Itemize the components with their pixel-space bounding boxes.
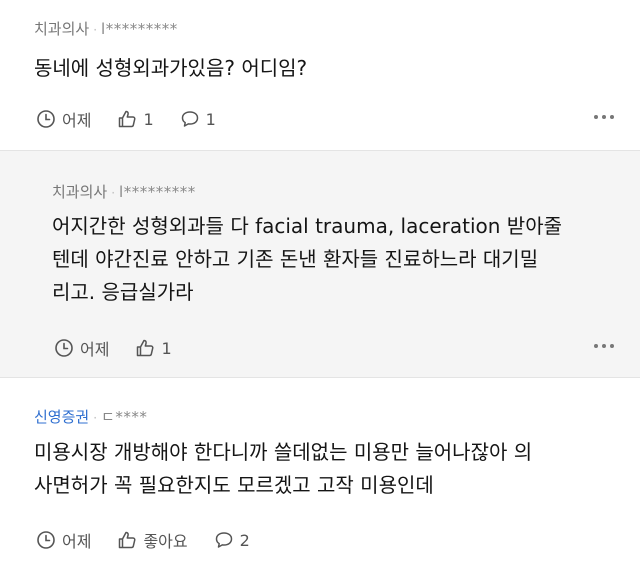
meta-separator: ·: [93, 411, 98, 425]
comment-item: 치과의사 · l********* 동네에 성형외과가있음? 어디임? 어제 1 1: [0, 0, 640, 150]
comment-author[interactable]: 치과의사: [34, 20, 89, 38]
meta-separator: ·: [93, 23, 98, 37]
more-dots-icon[interactable]: [594, 115, 614, 121]
comment-user-id: ㄷ****: [101, 408, 148, 426]
comment-author[interactable]: 신영증권: [34, 408, 89, 426]
speech-bubble-icon: [215, 532, 232, 548]
thumbs-up-icon: [119, 531, 136, 549]
comment-item: 신영증권 · ㄷ**** 미용시장 개방해야 한다니까 쓸데없는 미용만 늘어나잖아…: [0, 378, 640, 568]
comment-text-line: 미용시장 개방해야 한다니까 쓸데없는 미용만 늘어나잖아 의: [34, 440, 533, 464]
reply-button[interactable]: 2: [214, 530, 250, 550]
clock-icon: [37, 110, 55, 128]
comment-actions: 어제 1 1: [36, 107, 242, 131]
thumbs-up-icon: [119, 110, 136, 128]
comment-actions: 어제 1: [54, 336, 198, 360]
reply-button[interactable]: 1: [180, 109, 216, 129]
like-count: 1: [161, 338, 172, 358]
like-button[interactable]: 좋아요: [117, 528, 188, 552]
comment-time: 어제: [80, 340, 110, 359]
comment-actions: 어제 좋아요 2: [36, 528, 276, 552]
comment-meta: 치과의사 · l*********: [34, 18, 178, 39]
comment-time: 어제: [62, 532, 92, 551]
comment-time: 어제: [62, 111, 92, 130]
time-button[interactable]: 어제: [36, 528, 91, 552]
comment-text-line: 텐데 야간진료 안하고 기존 돈낸 환자들 진료하느라 대기밀: [52, 247, 539, 271]
like-button[interactable]: 1: [135, 338, 172, 358]
comment-author[interactable]: 치과의사: [52, 183, 107, 201]
comment-user-id: l*********: [101, 20, 178, 38]
comment-meta: 신영증권 · ㄷ****: [34, 406, 147, 427]
comment-text: 동네에 성형외과가있음? 어디임?: [34, 56, 308, 80]
reply-count: 2: [239, 530, 250, 550]
reply-count: 1: [205, 109, 216, 129]
comment-text-line: 어지간한 성형외과들 다 facial trauma, laceration 받…: [52, 214, 563, 238]
clock-icon: [37, 531, 55, 549]
comment-text-line: 사면허가 꼭 필요한지도 모르겠고 고작 미용인데: [34, 473, 434, 497]
comment-user-id: l*********: [119, 183, 196, 201]
like-count: 1: [143, 109, 154, 129]
comment-text-line: 리고. 응급실가라: [52, 280, 194, 304]
thumbs-up-icon: [137, 339, 154, 357]
more-dots-icon[interactable]: [594, 344, 614, 350]
reply-item: 치과의사 · l********* 어지간한 성형외과들 다 facial trau…: [0, 150, 640, 378]
time-button[interactable]: 어제: [36, 107, 91, 131]
meta-separator: ·: [111, 186, 116, 200]
comment-meta: 치과의사 · l*********: [52, 181, 196, 202]
comment-text: 어지간한 성형외과들 다 facial trauma, laceration 받…: [52, 210, 622, 309]
like-button[interactable]: 1: [117, 109, 154, 129]
time-button[interactable]: 어제: [54, 336, 109, 360]
like-label: 좋아요: [143, 532, 188, 551]
clock-icon: [55, 339, 73, 357]
speech-bubble-icon: [181, 111, 198, 127]
comment-text: 미용시장 개방해야 한다니까 쓸데없는 미용만 늘어나잖아 의 사면허가 꼭 필…: [34, 436, 624, 502]
